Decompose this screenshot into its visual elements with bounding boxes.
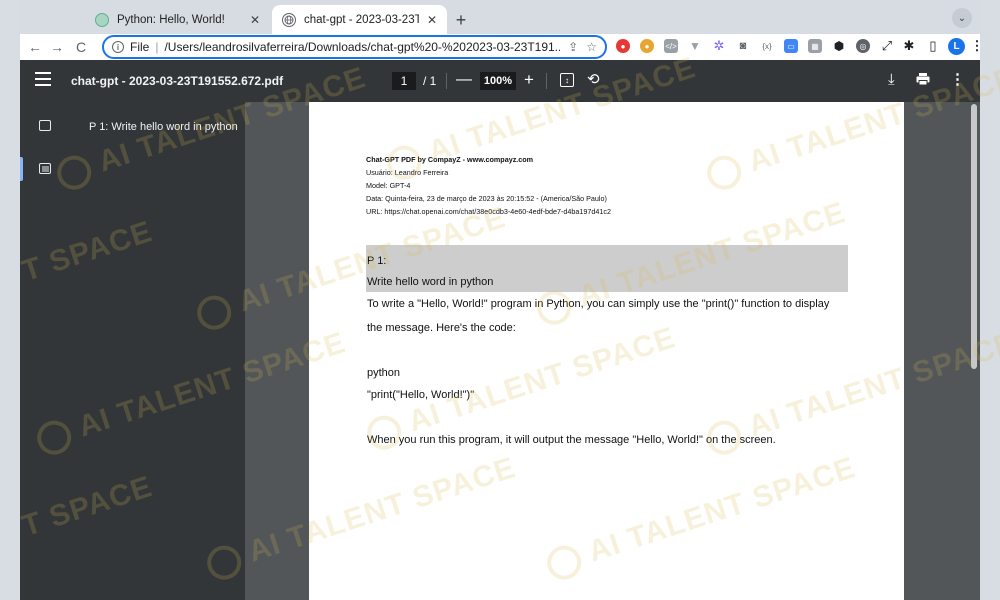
question-label: P 1: [367, 255, 387, 267]
window-control [16, 12, 28, 24]
info-icon[interactable]: i [112, 41, 124, 53]
forward-arrow-icon[interactable]: → [46, 36, 68, 58]
share-icon[interactable]: ⇪ [568, 40, 578, 54]
tab-strip: Python: Hello, World! ✕ chat-gpt - 2023-… [20, 0, 980, 34]
tab-search-chevron-down-icon[interactable]: ⌄ [952, 8, 972, 28]
address-url: /Users/leandrosilvaferreira/Downloads/ch… [164, 40, 561, 54]
tab-python-hello-world[interactable]: Python: Hello, World! ✕ [85, 5, 270, 34]
file-label: File [130, 40, 150, 54]
adblock-extension-icon[interactable]: ● [616, 39, 630, 53]
download-icon[interactable]: ⤓ [888, 71, 895, 88]
answer-line: the message. Here's the code: [367, 322, 516, 334]
translate-extension-icon[interactable]: ▭ [784, 39, 798, 53]
zoom-out-button[interactable]: — [456, 71, 472, 89]
scrollbar-thumb[interactable] [971, 104, 977, 369]
fit-to-page-icon[interactable]: ↕ [560, 73, 574, 87]
pdf-document-title: chat-gpt - 2023-03-23T191552.672.pdf [71, 74, 284, 88]
print-icon[interactable] [916, 72, 930, 86]
toolbar-divider [546, 73, 547, 89]
browser-menu-icon[interactable]: ⋮ [970, 38, 984, 53]
record-extension-icon[interactable]: ◎ [856, 39, 870, 53]
extensions-puzzle-icon[interactable]: ✱ [902, 38, 916, 53]
thumbnails-icon[interactable] [39, 120, 51, 131]
chatgpt-favicon-icon [95, 12, 109, 27]
sidebar-rail [20, 102, 70, 600]
react-extension-icon[interactable]: ✲ [712, 38, 726, 53]
pdf-viewport[interactable]: Chat-GPT PDF by CompayZ - www.compayz.co… [245, 102, 980, 600]
cookie-extension-icon[interactable]: ● [640, 39, 654, 53]
document-metadata: Chat-GPT PDF by CompayZ - www.compayz.co… [366, 153, 611, 218]
back-arrow-icon[interactable]: ← [24, 36, 46, 58]
expand-extension-icon[interactable]: ⤢ [880, 38, 894, 53]
question-text: Write hello word in python [367, 276, 494, 288]
profile-avatar[interactable]: L [948, 38, 965, 55]
vue-extension-icon[interactable]: ▼ [688, 39, 702, 53]
answer-closing: When you run this program, it will outpu… [367, 434, 776, 446]
browser-toolbar: ← → C i File | /Users/leandrosilvaferrei… [20, 34, 984, 60]
page-total: / 1 [423, 74, 437, 88]
outline-item[interactable]: P 1: Write hello word in python [89, 121, 238, 133]
side-panel-icon[interactable]: ▯ [926, 38, 940, 53]
code-extension-icon[interactable]: </> [664, 39, 678, 53]
braces-extension-icon[interactable]: {x} [760, 39, 774, 53]
answer-line: To write a "Hello, World!" program in Py… [367, 298, 830, 310]
grey-extension-icon[interactable]: ▦ [808, 39, 822, 53]
pdf-toolbar: chat-gpt - 2023-03-23T191552.672.pdf 1 /… [20, 60, 980, 102]
pdf-page: Chat-GPT PDF by CompayZ - www.compayz.co… [309, 102, 904, 600]
camera-extension-icon[interactable]: ◙ [736, 39, 750, 53]
browser-window: Python: Hello, World! ✕ chat-gpt - 2023-… [0, 0, 1000, 600]
close-tab-icon[interactable]: ✕ [250, 13, 260, 27]
rotate-icon[interactable]: ⟲ [587, 70, 600, 88]
vertical-scrollbar[interactable] [966, 102, 980, 600]
address-bar[interactable]: i File | /Users/leandrosilvaferreira/Dow… [102, 35, 607, 59]
reload-icon[interactable]: C [70, 36, 92, 58]
code-line: "print("Hello, World!")" [367, 389, 475, 401]
meta-date: Data: Quinta-feira, 23 de março de 2023 … [366, 194, 607, 203]
tab-title: chat-gpt - 2023-03-23T19155 [304, 13, 419, 26]
tab-chat-gpt-pdf[interactable]: chat-gpt - 2023-03-23T19155 ✕ [272, 5, 447, 34]
close-tab-icon[interactable]: ✕ [427, 13, 437, 27]
meta-brand: Chat-GPT PDF by CompayZ - www.compayz.co… [366, 155, 534, 164]
document-outline-icon[interactable] [39, 163, 51, 174]
active-indicator [20, 157, 23, 181]
menu-icon[interactable] [35, 72, 51, 88]
meta-model: Model: GPT-4 [366, 181, 411, 190]
tab-title: Python: Hello, World! [117, 13, 225, 26]
address-separator: | [155, 40, 159, 54]
meta-url: URL: https://chat.openai.com/chat/38e0cd… [366, 207, 611, 216]
page-number-input[interactable]: 1 [392, 72, 416, 90]
new-tab-button[interactable]: + [450, 9, 472, 31]
code-language: python [367, 367, 401, 379]
more-options-icon[interactable]: ⋮ [950, 70, 965, 88]
hexagon-extension-icon[interactable]: ⬢ [832, 39, 846, 53]
zoom-level-input[interactable]: 100% [480, 72, 516, 90]
globe-icon [282, 12, 296, 27]
question-block: P 1: Write hello word in python [366, 245, 848, 292]
toolbar-divider [446, 73, 447, 89]
zoom-in-button[interactable]: + [524, 70, 534, 90]
meta-user: Usuário: Leandro Ferreira [366, 168, 449, 177]
pdf-sidebar: P 1: Write hello word in python [20, 102, 245, 600]
bookmark-star-icon[interactable]: ☆ [586, 40, 597, 54]
